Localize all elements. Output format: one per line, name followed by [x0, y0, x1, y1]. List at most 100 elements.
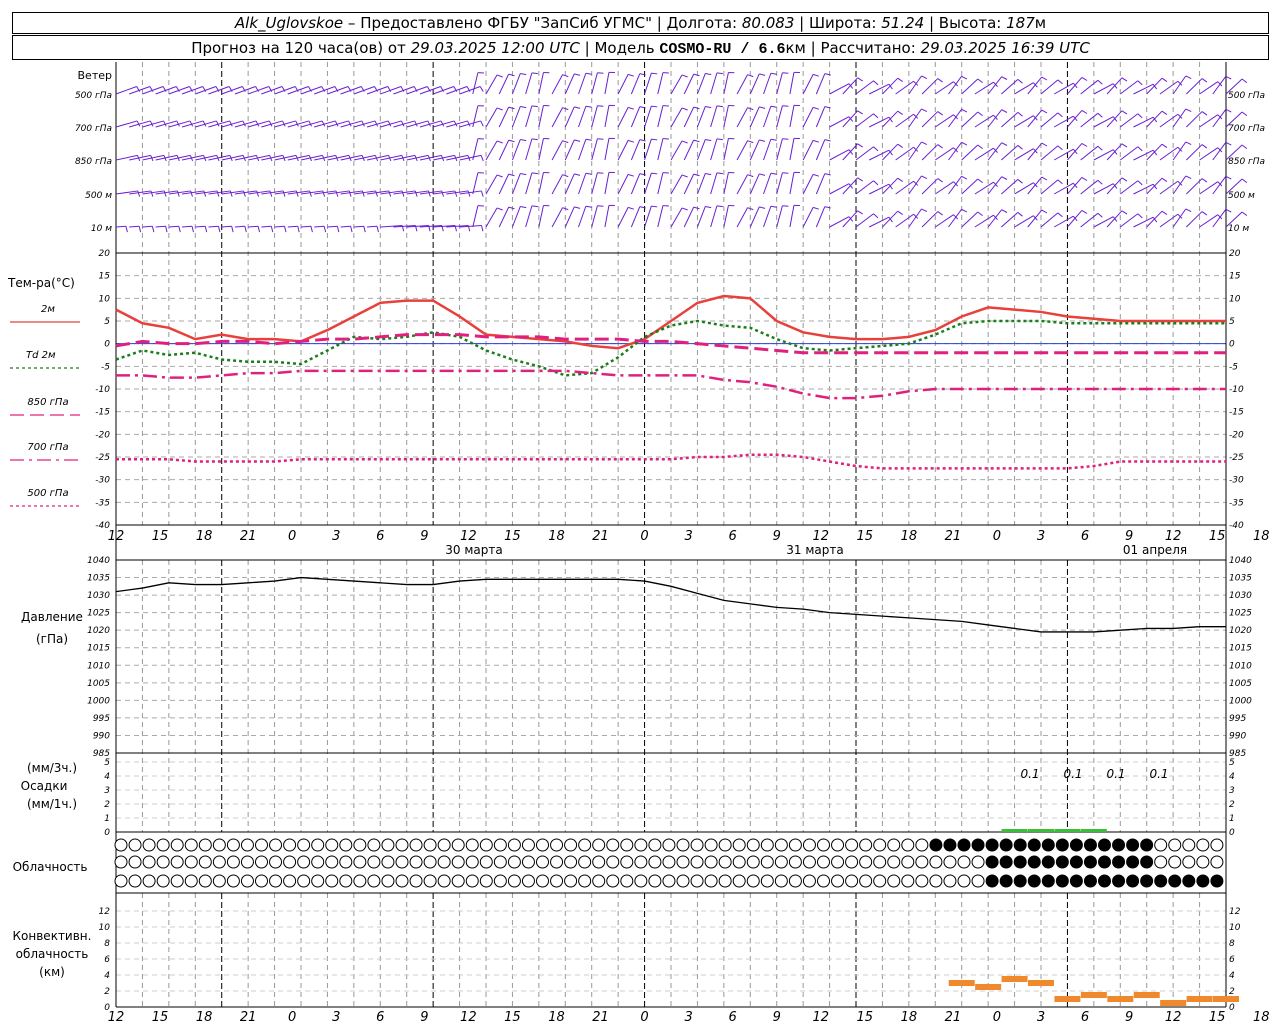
wind-barb-shaft [895, 113, 914, 128]
press-tick-left: 1040 [87, 556, 110, 566]
wind-barb-flag [585, 105, 592, 108]
wind-barb-flag [508, 73, 515, 77]
wind-barb-shaft [485, 140, 498, 161]
temp-tick-left: 20 [99, 249, 111, 259]
wind-barb-flag [520, 72, 527, 76]
cloud-symbol [1126, 855, 1140, 869]
cloud-symbol [198, 874, 212, 888]
cloud-symbol [873, 838, 887, 852]
cloud-symbol [409, 874, 423, 888]
wind-barb-shaft [1159, 80, 1179, 95]
wind-barb-flag [770, 72, 777, 75]
wind-barb-shaft [630, 73, 641, 95]
wind-barb-shaft [974, 114, 994, 128]
wind-barb-flag [937, 78, 943, 83]
press-tick-left: 1030 [87, 591, 110, 601]
wind-barb-flag [1041, 76, 1048, 81]
wind-barb-shaft [1199, 81, 1219, 95]
hour-label-bottom: 6 [1081, 1010, 1089, 1024]
wind-barb-flag [705, 72, 712, 76]
press-tick-right: 1030 [1229, 591, 1252, 601]
wind-barb-shaft [340, 225, 351, 228]
wind-barb-flag [178, 226, 181, 233]
hour-label-bottom: 0 [288, 1010, 296, 1024]
conv-tick-right: 0 [1229, 1003, 1235, 1013]
cloud-symbol [774, 874, 788, 888]
wind-barb-shaft [895, 80, 914, 95]
conv-bar [1054, 996, 1081, 1002]
wind-barb-flag [921, 141, 928, 145]
hour-label-bottom: 18 [901, 1010, 918, 1024]
wind-barb-flag [282, 190, 286, 197]
wind-barb-shaft [670, 174, 683, 195]
wind-barb-shaft [630, 206, 641, 228]
cloud-symbol [718, 855, 732, 869]
cloud-symbol [493, 874, 507, 888]
wind-barb-flag [297, 226, 300, 233]
wind-barb-flag [651, 105, 658, 108]
wind-barb-flag [1225, 108, 1232, 113]
wind-barb-flag [716, 205, 723, 208]
wind-barb-shaft [630, 139, 641, 161]
press-tick-right: 1025 [1229, 609, 1252, 619]
precip-bar [1028, 829, 1054, 832]
cloud-symbol [606, 838, 620, 852]
cloud-symbol [142, 838, 156, 852]
wind-barb-flag [496, 207, 503, 211]
wind-barb-shaft [498, 173, 510, 195]
wind-barb-shaft [1027, 142, 1043, 161]
wind-barb-shaft [763, 173, 772, 195]
conv-title-2: облачность [16, 947, 89, 961]
press-tick-left: 1015 [87, 644, 110, 654]
press-tick-left: 1005 [87, 679, 110, 689]
wind-barb-flag [627, 173, 635, 177]
cloud-symbol [1210, 855, 1224, 869]
wind-barb-flag [363, 226, 366, 233]
wind-barb-shaft [829, 149, 850, 161]
wind-barb-flag [681, 74, 688, 78]
cloud-symbol [971, 874, 985, 888]
wind-barb-shaft [815, 139, 826, 161]
wind-barb-shaft [644, 205, 652, 228]
wind-barb-shaft [987, 209, 1003, 228]
cloud-symbol [198, 855, 212, 869]
wind-barb-shaft [353, 225, 364, 228]
wind-level-left: 500 м [85, 191, 112, 201]
temp-tick-right: -35 [1229, 498, 1244, 508]
wind-barb-flag [520, 105, 527, 109]
wind-barb-flag [937, 178, 943, 183]
wind-barb-shaft [1040, 179, 1059, 195]
wind-barb-flag [322, 190, 326, 197]
wind-barb-flag [585, 172, 592, 175]
temp-tick-left: -5 [101, 362, 110, 372]
conv-bar [975, 984, 1002, 990]
wind-barb-flag [574, 206, 581, 209]
conv-tick-right: 12 [1229, 907, 1241, 917]
wind-barb-shaft [115, 225, 127, 228]
hour-label-bottom: 12 [108, 1010, 125, 1024]
wind-barb-shaft [221, 225, 232, 228]
cloud-symbol [831, 855, 845, 869]
wind-barb-shaft [274, 225, 285, 228]
hour-label-bottom: 9 [420, 1010, 428, 1024]
wind-barb-shaft [776, 105, 783, 128]
wind-barb-shaft [591, 205, 598, 228]
cloud-symbol [507, 855, 521, 869]
wind-barb-shaft [142, 225, 153, 228]
wind-barb-flag [479, 86, 484, 92]
wind-barb-flag [585, 138, 592, 141]
precip-tick-left: 1 [104, 814, 110, 824]
cloud-symbol [774, 855, 788, 869]
cloud-symbol [1126, 838, 1140, 852]
cloud-symbol [1083, 874, 1097, 888]
press-tick-left: 995 [93, 714, 110, 724]
hour-label-mid: 9 [773, 529, 781, 544]
wind-barb-flag [1121, 77, 1128, 82]
temp-tick-right: 0 [1229, 340, 1235, 350]
wind-barb-flag [812, 206, 820, 210]
wind-barbs [115, 71, 1248, 233]
cloud-symbol [788, 838, 802, 852]
wind-barb-shaft [1014, 82, 1034, 95]
wind-barb-shaft [1014, 148, 1034, 161]
cloud-symbol [788, 855, 802, 869]
